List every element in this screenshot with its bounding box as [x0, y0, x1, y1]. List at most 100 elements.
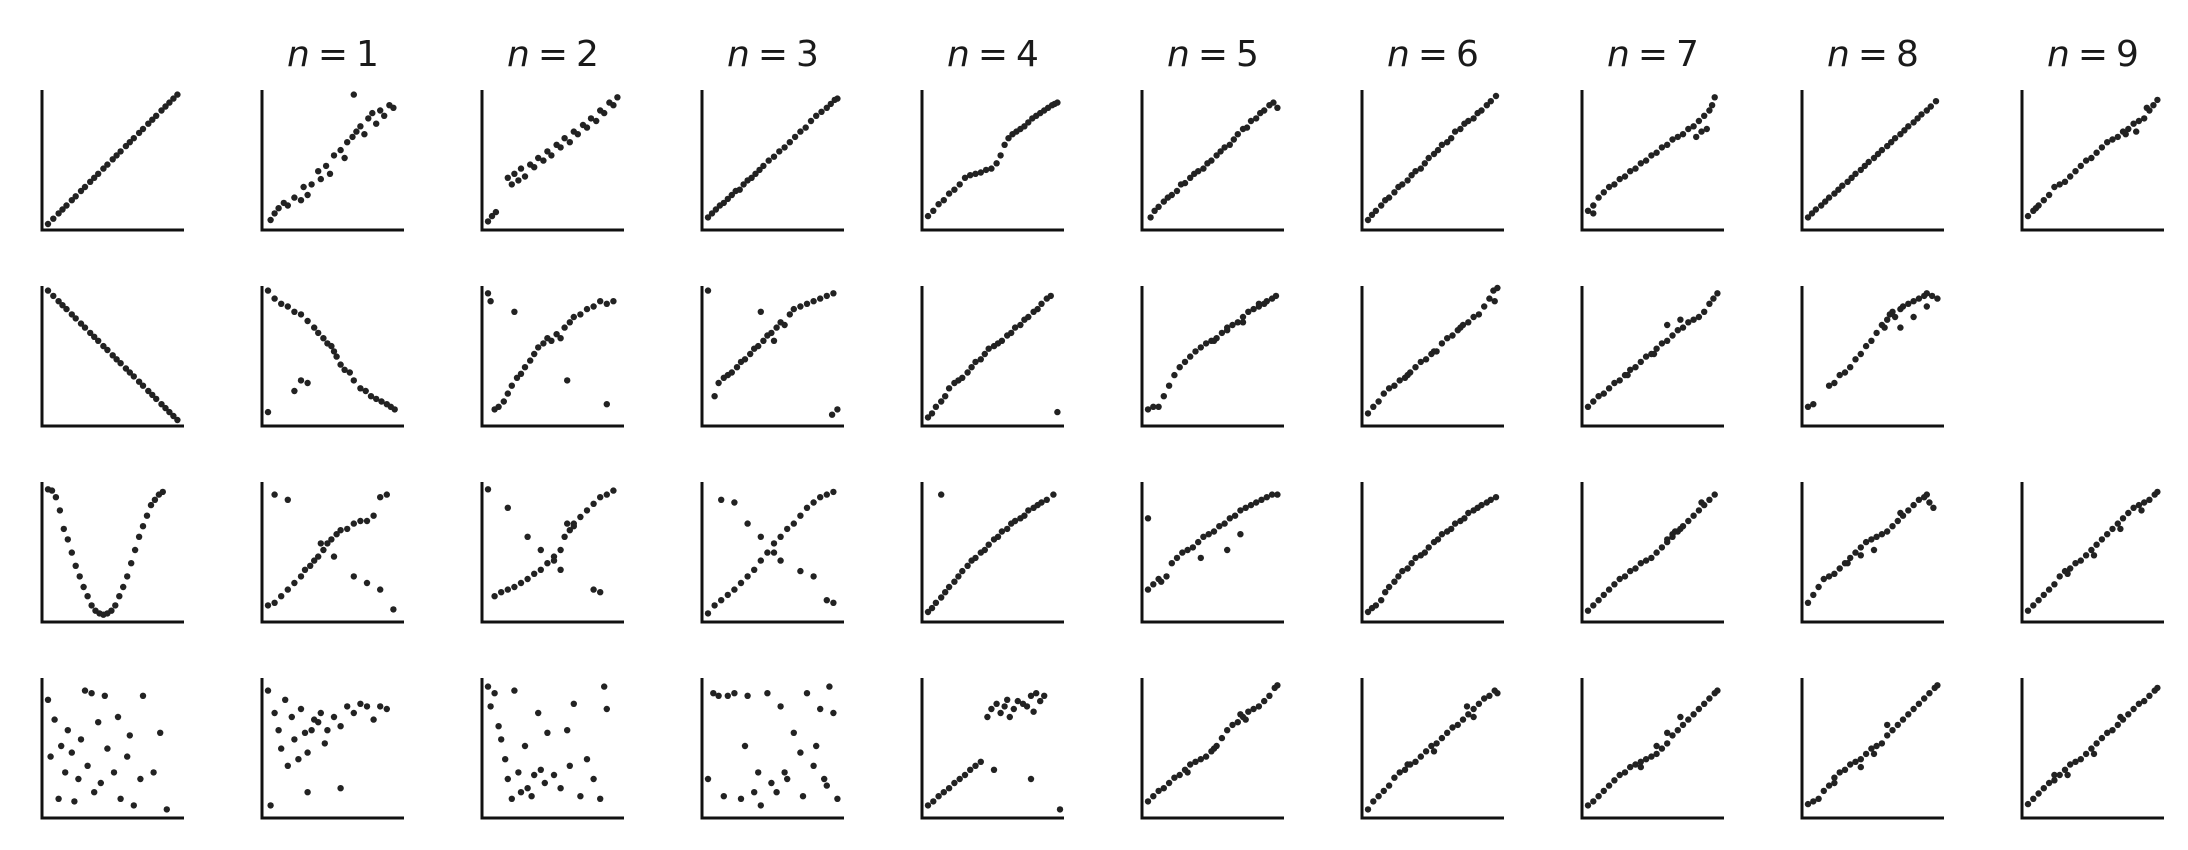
- scatter-point: [1224, 727, 1231, 734]
- scatter-point: [603, 491, 610, 498]
- scatter-point: [781, 769, 788, 776]
- scatter-point: [373, 120, 380, 127]
- scatter-point: [770, 540, 778, 547]
- scatter-point: [1831, 779, 1838, 787]
- scatter-point: [330, 713, 338, 721]
- scatter-point: [945, 583, 953, 591]
- scatter-point: [577, 793, 584, 800]
- scatter-point: [504, 504, 511, 511]
- scatter-point: [704, 775, 712, 783]
- scatter-point: [1905, 507, 1912, 514]
- scatter-point: [1710, 295, 1717, 302]
- scatter-point: [1857, 756, 1865, 763]
- scatter-point: [44, 220, 52, 228]
- scatter-point: [2090, 750, 2098, 758]
- scatter-point: [1200, 165, 1207, 172]
- scatter-point: [1237, 711, 1244, 718]
- panel-r1-c4: [920, 90, 1064, 232]
- scatter-point: [938, 491, 945, 498]
- scatter-point: [817, 705, 824, 713]
- scatter-point: [174, 91, 181, 98]
- scatter-point: [755, 342, 762, 350]
- scatter-point: [1674, 727, 1682, 734]
- scatter-point: [2141, 115, 2148, 122]
- scatter-point: [803, 690, 811, 697]
- scatter-point: [724, 692, 731, 699]
- scatter-point: [1714, 687, 1721, 694]
- scatter-point: [781, 321, 788, 329]
- scatter-point: [1155, 203, 1162, 210]
- scatter-point: [2146, 692, 2153, 699]
- scatter-point: [1050, 491, 1057, 498]
- scatter-point: [114, 713, 122, 721]
- scatter-point: [2030, 602, 2037, 609]
- scatter-point: [1695, 117, 1703, 125]
- scatter-point: [1448, 525, 1455, 533]
- scatter-point: [524, 533, 531, 540]
- scatter-point: [1701, 700, 1708, 707]
- scatter-point: [1648, 554, 1655, 562]
- scatter-point: [2109, 727, 2116, 734]
- scatter-point: [1831, 379, 1838, 387]
- scatter-point: [504, 775, 511, 783]
- scatter-point: [291, 736, 298, 743]
- scatter-point: [570, 313, 577, 321]
- scatter-point: [71, 798, 78, 805]
- scatter-point: [1590, 210, 1597, 217]
- scatter-point: [797, 128, 804, 135]
- scatter-point: [297, 705, 305, 713]
- scatter-point: [945, 385, 953, 392]
- scatter-point: [130, 373, 137, 380]
- scatter-point: [1494, 284, 1501, 292]
- scatter-point: [924, 212, 932, 220]
- scatter-point: [275, 205, 282, 212]
- scatter-point: [1208, 157, 1215, 164]
- panel-r1-c0: [40, 90, 184, 232]
- scatter-point: [1380, 390, 1388, 397]
- scatter-point: [1202, 753, 1210, 760]
- scatter-point: [1144, 798, 1152, 805]
- scatter-point: [972, 170, 979, 177]
- scatter-point: [284, 762, 291, 769]
- scatter-point: [291, 194, 298, 201]
- scatter-point: [972, 554, 979, 562]
- scatter-point: [491, 690, 498, 697]
- scatter-point: [566, 762, 573, 769]
- scatter-point: [570, 700, 577, 707]
- panel-r2-c4: [920, 286, 1064, 428]
- scatter-point: [1852, 356, 1859, 363]
- scatter-point: [1470, 705, 1477, 713]
- panel-r3-c5: [1140, 482, 1284, 624]
- scatter-point: [1868, 337, 1875, 344]
- panel-r1-c3: [700, 90, 844, 232]
- scatter-point: [1461, 515, 1468, 522]
- scatter-point: [590, 500, 597, 507]
- scatter-point: [1434, 536, 1442, 543]
- scatter-point: [72, 562, 79, 569]
- scatter-point: [377, 703, 384, 710]
- scatter-point: [288, 713, 295, 721]
- scatter-point: [823, 782, 830, 789]
- scatter-point: [564, 520, 571, 527]
- scatter-point: [1243, 124, 1251, 131]
- scatter-point: [1027, 775, 1035, 783]
- scatter-point: [2098, 144, 2106, 151]
- scatter-point: [1698, 128, 1705, 135]
- column-title-3: n = 3: [727, 34, 819, 75]
- scatter-point: [1664, 729, 1671, 736]
- scatter-point: [495, 723, 502, 730]
- scatter-point: [2122, 131, 2129, 138]
- scatter-point: [548, 152, 555, 159]
- scatter-point: [1041, 692, 1048, 699]
- scatter-point: [515, 769, 522, 776]
- scatter-point: [1812, 206, 1820, 213]
- scatter-point: [597, 298, 604, 305]
- scatter-point: [1030, 708, 1037, 715]
- scatter-point: [737, 579, 745, 587]
- scatter-point: [297, 311, 305, 318]
- scatter-point: [790, 305, 797, 313]
- scatter-point: [77, 736, 85, 743]
- scatter-point: [487, 298, 494, 305]
- scatter-point: [88, 602, 95, 609]
- scatter-point: [1600, 189, 1608, 196]
